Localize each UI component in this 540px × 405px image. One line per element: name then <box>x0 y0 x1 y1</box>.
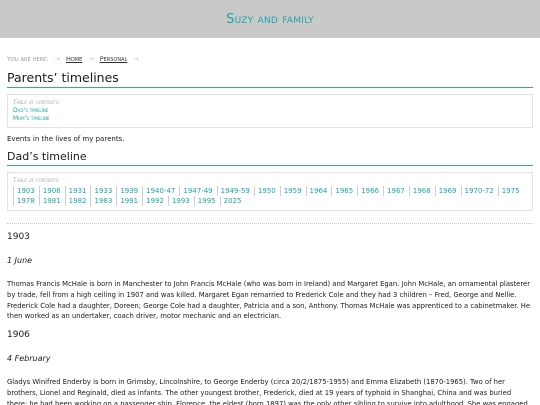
year-link[interactable]: 1970-72 <box>460 186 498 196</box>
table-of-contents: Table of contents: Dad’s timeline Mum’s … <box>7 94 533 128</box>
toc-label: Table of contents: <box>13 99 61 106</box>
year-link[interactable]: 1931 <box>64 186 91 196</box>
breadcrumb-separator: → <box>88 55 94 63</box>
entry-text: Thomas Francis McHale is born in Manches… <box>7 280 531 321</box>
divider <box>7 223 533 224</box>
year-link[interactable]: 1982 <box>64 196 91 206</box>
main-content: You are here: → Home → Personal → Parent… <box>0 54 540 405</box>
year-link[interactable]: 1966 <box>357 186 383 196</box>
breadcrumb: You are here: → Home → Personal → <box>7 54 533 64</box>
year-link[interactable]: 1933 <box>90 186 116 196</box>
year-heading: 1903 <box>7 232 30 242</box>
breadcrumb-separator: → <box>54 55 60 63</box>
year-link[interactable]: 2025 <box>219 196 246 206</box>
year-link[interactable]: 1965 <box>331 186 357 196</box>
date-heading: 4 February <box>7 354 51 364</box>
year-index-label: Table of contents: <box>13 177 61 184</box>
entry-text: Gladys Winifred Enderby is born in Grims… <box>7 378 528 405</box>
year-index: Table of contents: 1903 1906 1931 1933 1939 1… <box>7 172 533 211</box>
timeline-entries: 1903 1 June Thomas Francis McHale is born … <box>7 232 533 405</box>
toc-link-mums-timeline[interactable]: Mum’s timeline <box>13 115 527 123</box>
site-header: Suzy and family <box>0 0 540 38</box>
year-link-list: 1903 1906 1931 1933 1939 1940-47 1947-49 1949-5… <box>13 186 527 206</box>
year-link[interactable]: 1906 <box>38 186 65 196</box>
year-link[interactable]: 1964 <box>305 186 332 196</box>
date-heading: 1 June <box>7 256 33 265</box>
year-link[interactable]: 1975 <box>497 186 524 196</box>
intro-text: Events in the lives of my parents. <box>7 135 125 143</box>
breadcrumb-separator: → <box>133 55 139 63</box>
year-link[interactable]: 1968 <box>408 186 435 196</box>
year-link[interactable]: 1959 <box>279 186 306 196</box>
breadcrumb-label: You are here: <box>7 55 49 63</box>
year-link[interactable]: 1939 <box>116 186 142 196</box>
year-heading: 1906 <box>7 330 30 341</box>
breadcrumb-home-link[interactable]: Home <box>66 55 82 63</box>
year-link[interactable]: 1981 <box>38 196 65 206</box>
site-title[interactable]: Suzy and family <box>226 12 314 27</box>
year-link[interactable]: 1903 <box>13 186 39 196</box>
toc-link-dads-timeline[interactable]: Dad’s timeline <box>13 107 527 115</box>
dads-timeline-heading: Dad’s timeline <box>7 150 533 166</box>
year-link[interactable]: 1969 <box>434 186 461 196</box>
year-link[interactable]: 1967 <box>383 186 409 196</box>
year-link[interactable]: 1993 <box>167 196 194 206</box>
year-link[interactable]: 1983 <box>90 196 116 206</box>
year-link[interactable]: 1992 <box>142 196 168 206</box>
year-link[interactable]: 1995 <box>193 196 220 206</box>
year-link[interactable]: 1940-47 <box>142 186 179 196</box>
year-link[interactable]: 1950 <box>253 186 280 196</box>
year-link[interactable]: 1947-49 <box>179 186 216 196</box>
breadcrumb-personal-link[interactable]: Personal <box>100 55 128 63</box>
year-link[interactable]: 1949-59 <box>216 186 254 196</box>
year-link[interactable]: 1991 <box>116 196 142 206</box>
page-title: Parents’ timelines <box>7 70 533 88</box>
year-link[interactable]: 1978 <box>13 196 39 206</box>
